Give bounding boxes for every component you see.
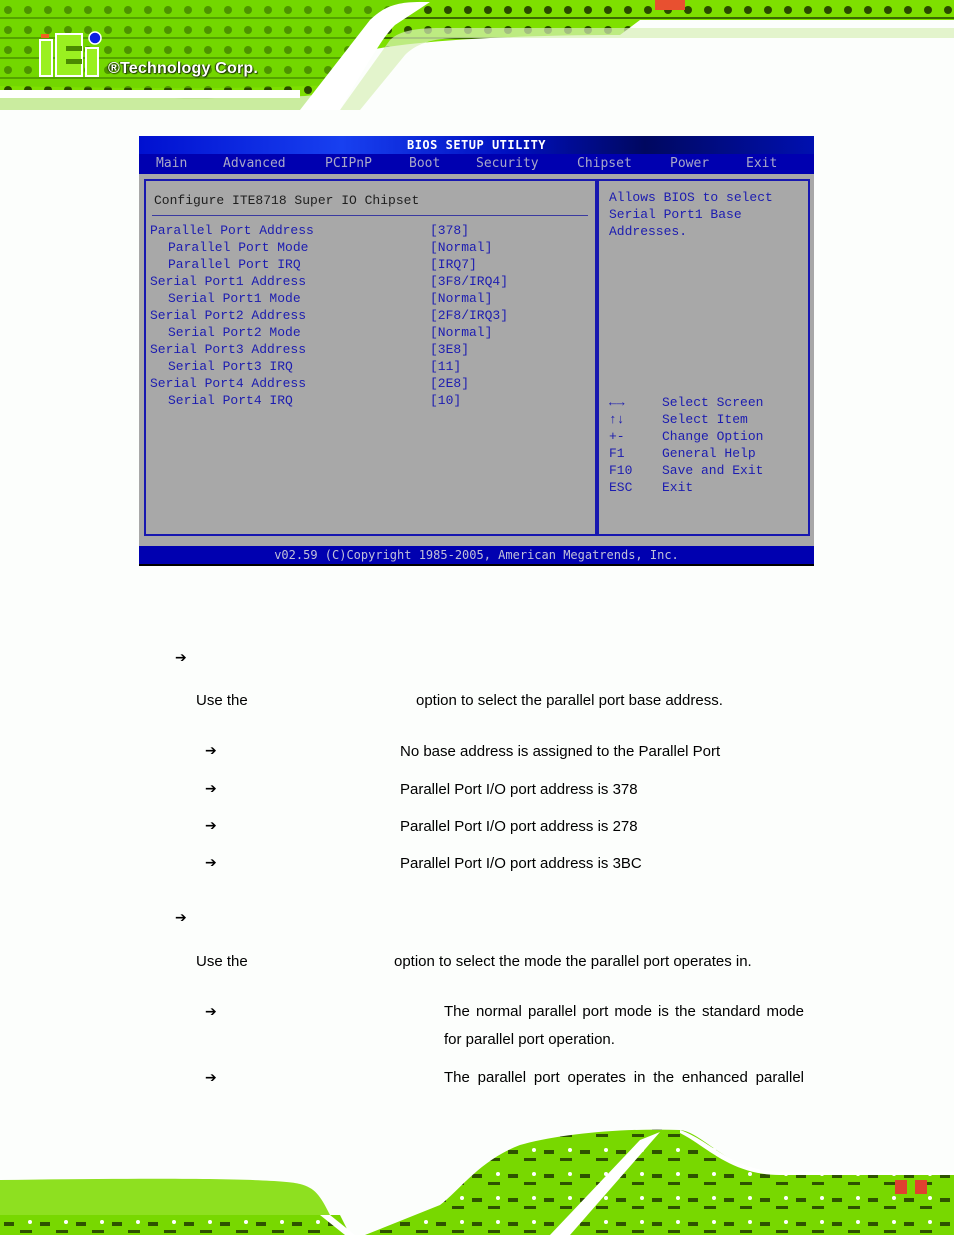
option-value: [Normal] <box>430 240 493 255</box>
bios-option-serial-port1-address[interactable]: Serial Port1 Address [3F8/IRQ4] <box>150 273 508 290</box>
section1-use-suffix: option to select the parallel port base … <box>416 692 723 709</box>
bios-tab-exit[interactable]: Exit <box>746 154 777 174</box>
bios-tab-main[interactable]: Main <box>156 154 187 174</box>
bios-section-title: Configure ITE8718 Super IO Chipset <box>154 193 420 208</box>
arrow-right-icon: ➔ <box>175 650 187 666</box>
arrow-right-icon: ➔ <box>205 818 217 834</box>
option-label: Serial Port1 Address <box>150 274 307 289</box>
help-line: Allows BIOS to select <box>609 190 773 205</box>
section1-option-desc: Parallel Port I/O port address is 278 <box>400 818 638 835</box>
section2-option-desc: The parallel port operates in the enhanc… <box>444 1069 804 1086</box>
company-name: ®Technology Corp. <box>108 60 259 77</box>
iei-logo-icon <box>39 31 102 77</box>
circuit-board-graphic <box>0 0 954 115</box>
bios-option-parallel-port-address[interactable]: Parallel Port Address [378] <box>150 222 469 239</box>
key-desc: Exit <box>662 480 694 495</box>
section1-option-desc: No base address is assigned to the Paral… <box>400 743 721 760</box>
bios-option-serial-port4-address[interactable]: Serial Port4 Address [2E8] <box>150 375 469 392</box>
bios-copyright-bar: v02.59 (C)Copyright 1985-2005, American … <box>139 546 814 564</box>
option-label: Serial Port2 Mode <box>168 325 301 340</box>
help-line: Serial Port1 Base <box>609 207 742 222</box>
bios-option-serial-port3-address[interactable]: Serial Port3 Address [3E8] <box>150 341 469 358</box>
key-desc: Change Option <box>662 429 764 444</box>
option-label: Serial Port3 Address <box>150 342 307 357</box>
bios-help-panel: Allows BIOS to select Serial Port1 Base … <box>597 179 810 536</box>
key-desc: Select Screen <box>662 395 764 410</box>
bios-section-divider <box>152 215 588 216</box>
key-f1: F1 <box>609 446 625 461</box>
bios-option-serial-port2-mode[interactable]: Serial Port2 Mode [Normal] <box>150 324 492 341</box>
section1-use-prefix: Use the <box>196 692 248 709</box>
option-value: [11] <box>430 359 462 374</box>
option-label: Parallel Port IRQ <box>168 257 301 272</box>
section1-option-desc: Parallel Port I/O port address is 378 <box>400 781 638 798</box>
bios-screenshot: BIOS SETUP UTILITY Main Advanced PCIPnP … <box>139 136 814 566</box>
option-label: Parallel Port Address <box>150 223 314 238</box>
page-footer-banner <box>0 1120 954 1235</box>
bios-tab-security[interactable]: Security <box>476 154 539 174</box>
option-value: [2F8/IRQ3] <box>430 308 509 323</box>
bios-tab-boot[interactable]: Boot <box>409 154 440 174</box>
arrow-right-icon: ➔ <box>205 743 217 759</box>
option-value: [10] <box>430 393 462 408</box>
bios-tab-chipset[interactable]: Chipset <box>577 154 632 174</box>
bios-bottom-edge <box>139 564 814 566</box>
bios-options-panel: Configure ITE8718 Super IO Chipset Paral… <box>144 179 597 536</box>
arrow-right-icon: ➔ <box>205 781 217 797</box>
circuit-board-graphic <box>0 1120 954 1235</box>
option-label: Serial Port4 IRQ <box>168 393 293 408</box>
bios-tab-power[interactable]: Power <box>670 154 709 174</box>
iei-logo <box>38 30 108 80</box>
key-f10: F10 <box>609 463 633 478</box>
option-label: Parallel Port Mode <box>168 240 309 255</box>
key-desc: General Help <box>662 446 756 461</box>
option-value: [IRQ7] <box>430 257 477 272</box>
bios-title: BIOS SETUP UTILITY <box>139 136 814 154</box>
option-value: [3F8/IRQ4] <box>430 274 509 289</box>
option-value: [378] <box>430 223 470 238</box>
option-label: Serial Port3 IRQ <box>168 359 293 374</box>
arrow-left-right-icon: ←→ <box>609 395 625 410</box>
section2-use-prefix: Use the <box>196 953 248 970</box>
option-value: [3E8] <box>430 342 470 357</box>
arrow-right-icon: ➔ <box>205 1004 217 1020</box>
bios-tab-advanced[interactable]: Advanced <box>223 154 286 174</box>
bios-menu-bar: Main Advanced PCIPnP Boot Security Chips… <box>139 154 814 174</box>
arrow-up-down-icon: ↑↓ <box>609 412 625 427</box>
page-header-banner: ®Technology Corp. <box>0 0 954 115</box>
section2-option-desc: The normal parallel port mode is the sta… <box>444 1003 804 1048</box>
bios-help-text: Allows BIOS to select Serial Port1 Base … <box>609 189 809 240</box>
option-value: [2E8] <box>430 376 470 391</box>
key-desc: Save and Exit <box>662 463 764 478</box>
bios-tab-pcipnp[interactable]: PCIPnP <box>325 154 372 174</box>
bios-option-parallel-port-irq[interactable]: Parallel Port IRQ [IRQ7] <box>150 256 477 273</box>
option-label: Serial Port1 Mode <box>168 291 301 306</box>
section1-option-desc: Parallel Port I/O port address is 3BC <box>400 855 642 872</box>
option-label: Serial Port4 Address <box>150 376 307 391</box>
help-line: Addresses. <box>609 224 688 239</box>
bios-option-serial-port4-irq[interactable]: Serial Port4 IRQ [10] <box>150 392 461 409</box>
option-value: [Normal] <box>430 325 493 340</box>
bios-option-serial-port2-address[interactable]: Serial Port2 Address [2F8/IRQ3] <box>150 307 508 324</box>
option-value: [Normal] <box>430 291 493 306</box>
arrow-right-icon: ➔ <box>205 1070 217 1086</box>
bios-option-parallel-port-mode[interactable]: Parallel Port Mode [Normal] <box>150 239 492 256</box>
key-plus-minus: +- <box>609 429 625 444</box>
bios-option-serial-port3-irq[interactable]: Serial Port3 IRQ [11] <box>150 358 461 375</box>
option-label: Serial Port2 Address <box>150 308 307 323</box>
key-desc: Select Item <box>662 412 748 427</box>
bios-option-serial-port1-mode[interactable]: Serial Port1 Mode [Normal] <box>150 290 492 307</box>
arrow-right-icon: ➔ <box>175 910 187 926</box>
key-esc: ESC <box>609 480 633 495</box>
arrow-right-icon: ➔ <box>205 855 217 871</box>
section2-use-suffix: option to select the mode the parallel p… <box>394 953 752 970</box>
